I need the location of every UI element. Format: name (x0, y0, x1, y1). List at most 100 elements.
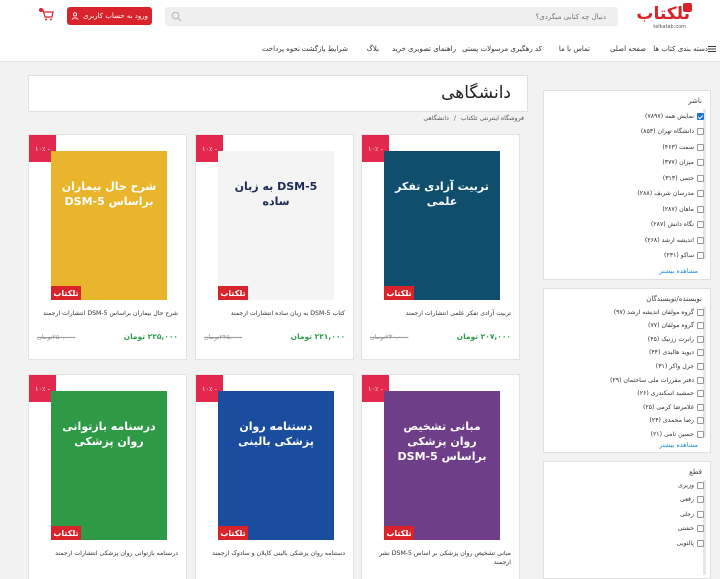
filter-checkbox[interactable] (697, 236, 704, 244)
filter-option[interactable]: گروه مولفان اندیشه ارشد (۹۷) (614, 307, 704, 317)
new-price: ۲۲۱,۰۰۰ تومان (290, 332, 345, 341)
filter-checkbox[interactable] (697, 376, 704, 384)
filter-option[interactable]: سمت (۴۶۳) (662, 142, 704, 152)
filter-option-label: جمشید اسکندری (۲۶) (637, 390, 694, 398)
product-card[interactable]: ۱۰٪ - DSM-5 به زبان ساده تلکتاب کتاب DSM-5 … (195, 134, 354, 360)
filter-checkbox[interactable] (697, 390, 704, 398)
product-name[interactable]: تربیت آزادی تفکر علمی انتشارات ارجمند (366, 309, 511, 318)
filter-checkbox[interactable] (697, 308, 704, 316)
product-card[interactable]: ۱۰٪ - درسنامه بازتوانی روان پزشکی تلکتاب در… (28, 374, 187, 579)
filter-checkbox[interactable] (697, 143, 704, 151)
cover-title: مبانی تشخیص روان پزشکی براساس DSM-5 (397, 420, 487, 463)
old-price: ۲۵۰,۰۰۰تومان (37, 333, 76, 341)
filter-checkbox[interactable] (697, 539, 704, 547)
filter-option[interactable]: حسین نامی (۲۱) (651, 429, 704, 439)
filter-option-label: اندیشه ارشد (۲۶۸) (644, 236, 694, 244)
filter-checkbox[interactable] (697, 349, 704, 357)
show-more-link[interactable]: مشاهده بیشتر (659, 441, 698, 449)
product-card[interactable]: ۱۰٪ - شرح حال بیماران براساس DSM-5 تلکتاب ش… (28, 134, 187, 360)
filter-checkbox[interactable] (697, 496, 704, 503)
filter-option[interactable]: ماهان (۲۸۷) (662, 204, 704, 214)
filter-checkbox[interactable] (697, 335, 704, 343)
filter-checkbox[interactable] (697, 481, 704, 489)
cover-title: شرح حال بیماران براساس DSM-5 (61, 180, 157, 208)
filter-option[interactable]: مدرسان شریف (۲۸۸) (637, 189, 704, 199)
product-card[interactable]: ۱۰٪ - تربیت آزادی تفکر علمی تلکتاب تربیت آز… (361, 134, 520, 360)
filter-option[interactable]: رحلی (680, 509, 704, 519)
search-icon[interactable] (171, 11, 182, 22)
filter-option[interactable]: دانشگاه تهران (۸۵۳) (641, 127, 704, 137)
book-cover[interactable]: شرح حال بیماران براساس DSM-5 تلکتاب (51, 151, 167, 300)
filter-checkbox[interactable] (697, 362, 704, 370)
filter-checkbox[interactable] (697, 221, 704, 228)
nav-item-blog[interactable]: بلاگ (367, 45, 379, 53)
filter-option[interactable]: دیوید هالیدی (۴۴) (649, 348, 704, 358)
filter-option[interactable]: میزان (۳۷۷) (662, 158, 704, 168)
book-cover[interactable]: تربیت آزادی تفکر علمی تلکتاب (384, 151, 500, 300)
filter-option[interactable]: نمایش همه (۷۸۹۷) (645, 111, 704, 121)
filter-option[interactable]: خشتی (678, 524, 704, 534)
filter-option[interactable]: نگاه دانش (۲۸۷) (651, 220, 704, 230)
product-name[interactable]: مبانی تشخیص روان پزشکی بر اساس DSM-5 نشر… (366, 549, 511, 567)
filter-title: ناشر (688, 97, 702, 105)
filter-title: قطع (689, 468, 702, 476)
filter-checkbox[interactable] (697, 322, 704, 330)
filter-option[interactable]: رقعی (680, 495, 704, 505)
filter-checkbox[interactable] (697, 510, 704, 518)
nav-item-categories[interactable]: دسته بندی کتاب ها (653, 45, 708, 53)
search-input[interactable] (187, 7, 612, 26)
nav-item-home[interactable]: صفحه اصلی (610, 45, 646, 53)
nav-item-contact[interactable]: تماس با ما (559, 45, 590, 53)
cover-logo-badge: تلکتاب (51, 286, 81, 300)
product-name[interactable]: شرح حال بیماران براساس DSM-5 انتشارات ار… (33, 309, 178, 318)
filter-option[interactable]: حتمی (۳۱۳) (663, 173, 704, 183)
filter-checkbox[interactable] (697, 417, 704, 425)
new-price: ۲۰۷,۰۰۰ تومان (456, 332, 511, 341)
breadcrumb: فروشگاه اینترنتی تلکتاب / دانشگاهی (28, 115, 528, 125)
filter-checkbox[interactable] (697, 128, 704, 135)
login-button[interactable]: ورود به حساب کاربری (67, 7, 152, 25)
size-filter: قطع وزیری رقعی رحلی خشتی پالتویی (543, 461, 711, 579)
product-card[interactable]: ۱۰٪ - مبانی تشخیص روان پزشکی براساس DSM-5… (361, 374, 520, 579)
product-name[interactable]: درسنامه بازتوانی روان پزشکی انتشارات ارج… (33, 549, 178, 558)
filter-option-label: نمایش همه (۷۸۹۷) (644, 112, 694, 120)
filter-checkbox[interactable] (697, 252, 704, 259)
product-card[interactable]: ۱۰٪ - دستنامه روان پزشکی بالینی تلکتاب دستن… (195, 374, 354, 579)
book-cover[interactable]: دستنامه روان پزشکی بالینی تلکتاب (218, 391, 334, 540)
book-cover[interactable]: درسنامه بازتوانی روان پزشکی تلکتاب (51, 391, 167, 540)
nav-item-payment[interactable]: نحوه پرداخت (262, 45, 300, 53)
show-more-link[interactable]: مشاهده بیشتر (659, 267, 698, 275)
nav-item-tracking[interactable]: کد رهگیری مرسولات پستی (462, 45, 542, 53)
product-name[interactable]: کتاب DSM-5 به زبان ساده انتشارات ارجمند (200, 309, 345, 318)
filter-option[interactable]: رابرت رزنیک (۴۵) (648, 334, 704, 344)
filter-option[interactable]: پالتویی (677, 538, 704, 548)
filter-option[interactable]: رضا محمدی (۲۴) (649, 416, 704, 426)
filter-checkbox[interactable] (697, 190, 704, 197)
filter-checkbox[interactable] (697, 112, 704, 120)
cover-logo-badge: تلکتاب (51, 526, 81, 540)
filter-option[interactable]: اندیشه ارشد (۲۶۸) (645, 235, 704, 245)
filter-option[interactable]: جرل واکر (۳۱) (656, 361, 704, 371)
filter-option[interactable]: گروه مولفان (۷۷) (648, 321, 704, 331)
site-logo[interactable]: تلکتاب telkatab.com (632, 3, 692, 30)
filter-checkbox[interactable] (697, 430, 704, 438)
book-cover[interactable]: DSM-5 به زبان ساده تلکتاب (218, 151, 334, 300)
filter-checkbox[interactable] (697, 403, 704, 411)
old-price: ۲۴۵,۰۰۰تومان (204, 333, 243, 341)
filter-checkbox[interactable] (697, 205, 704, 213)
filter-checkbox[interactable] (697, 159, 704, 166)
breadcrumb-home[interactable]: فروشگاه اینترنتی تلکتاب (461, 115, 524, 122)
filter-title: نویسنده/نویسندگان (646, 295, 702, 303)
filter-option-label: ماهان (۲۸۷) (662, 205, 694, 213)
filter-option[interactable]: دفتر مقررات ملی ساختمان (۲۹) (610, 375, 704, 385)
filter-option[interactable]: وزیری (678, 480, 704, 490)
product-name[interactable]: دستنامه روان پزشکی بالینی کاپلان و سادوک… (200, 549, 345, 558)
book-cover[interactable]: مبانی تشخیص روان پزشکی براساس DSM-5 تلکتا… (384, 391, 500, 540)
filter-checkbox[interactable] (697, 525, 704, 532)
filter-checkbox[interactable] (697, 174, 704, 182)
filter-option[interactable]: غلامرضا کرمی (۲۵) (643, 402, 704, 412)
nav-item-returns[interactable]: شرایط بازگشت (302, 45, 348, 53)
filter-option[interactable]: ساکو (۲۳۱) (664, 251, 704, 261)
nav-item-guide[interactable]: راهنمای تصویری خرید (392, 45, 456, 53)
filter-option[interactable]: جمشید اسکندری (۲۶) (637, 389, 704, 399)
